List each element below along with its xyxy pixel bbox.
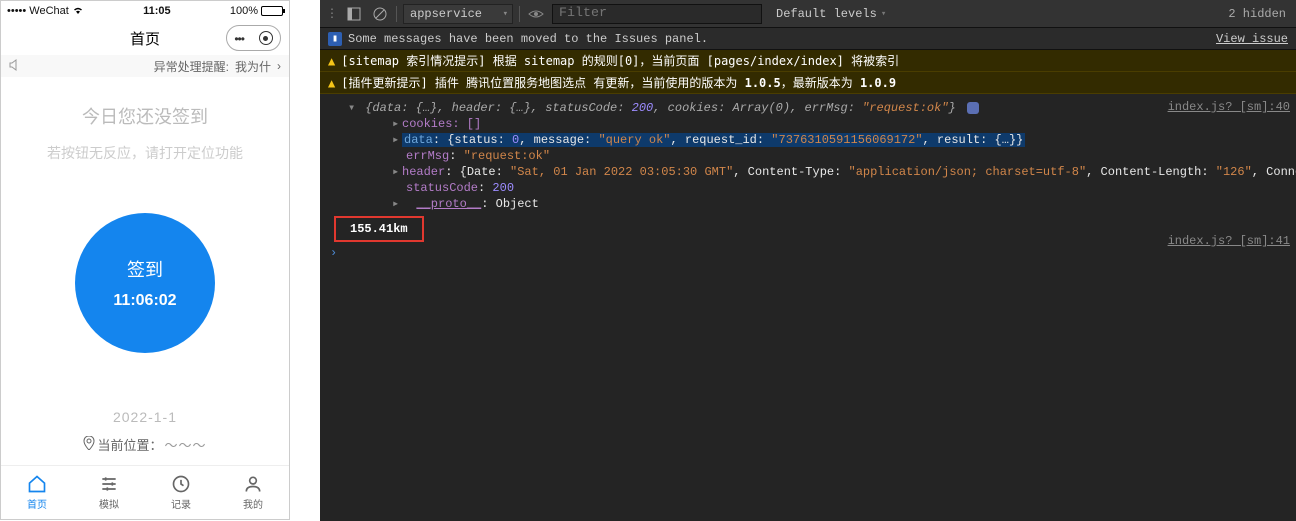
page-title: 首页 xyxy=(130,28,160,49)
user-icon xyxy=(243,474,263,494)
console-prompt[interactable]: › xyxy=(320,246,1296,260)
object-summary[interactable]: {data: {…}, header: {…}, statusCode: 200… xyxy=(348,100,1296,116)
object-property[interactable]: data: {status: 0, message: "query ok", r… xyxy=(348,132,1296,148)
context-label: appservice xyxy=(410,7,482,21)
tab-label: 模拟 xyxy=(99,496,119,511)
warning-row: ▲ [sitemap 索引情况提示] 根据 sitemap 的规则[0]，当前页… xyxy=(320,50,1296,72)
notice-who: 我为什 xyxy=(235,58,271,75)
carrier-label: WeChat xyxy=(29,5,69,17)
tab-records[interactable]: 记录 xyxy=(145,466,217,519)
signin-status-text: 今日您还没签到 xyxy=(82,103,208,129)
sliders-icon xyxy=(99,474,119,494)
toggle-sidebar-button[interactable] xyxy=(344,4,364,24)
signin-time: 11:06:02 xyxy=(113,292,176,310)
tab-label: 首页 xyxy=(27,496,47,511)
warning-row: ▲ [插件更新提示] 插件 腾讯位置服务地图选点 有更新，当前使用的版本为 1.… xyxy=(320,72,1296,94)
warning-icon: ▲ xyxy=(328,54,335,68)
capsule-close-icon[interactable] xyxy=(259,31,273,45)
chevron-right-icon: › xyxy=(277,59,281,73)
object-property[interactable]: errMsg: "request:ok" xyxy=(348,148,1296,164)
phone-statusbar: ••••• WeChat 11:05 100% xyxy=(1,1,289,21)
tabbar: 首页 模拟 记录 我的 xyxy=(1,465,289,519)
object-property[interactable]: cookies: [] xyxy=(348,116,1296,132)
statusbar-time: 11:05 xyxy=(143,5,171,17)
tab-simulate[interactable]: 模拟 xyxy=(73,466,145,519)
tab-home[interactable]: 首页 xyxy=(1,466,73,519)
notice-label: 异常处理提醒: xyxy=(154,58,229,75)
tab-label: 记录 xyxy=(171,496,191,511)
filter-input[interactable] xyxy=(552,4,762,24)
warning-text: [sitemap 索引情况提示] 根据 sitemap 的规则[0]，当前页面 … xyxy=(341,52,899,69)
console-output[interactable]: index.js? [sm]:40 index.js? [sm]:41 {dat… xyxy=(320,94,1296,521)
signal-dots: ••••• xyxy=(7,5,26,17)
devtools-console: ⋮ appservice Default levels 2 hidden xyxy=(320,0,1296,521)
signin-label: 签到 xyxy=(127,256,163,282)
wifi-icon xyxy=(72,5,84,18)
object-property[interactable]: statusCode: 200 xyxy=(348,180,1296,196)
issues-badge-icon: ▮ xyxy=(328,32,342,46)
home-icon xyxy=(27,474,47,494)
view-issues-link[interactable]: View issue xyxy=(1216,32,1288,46)
live-expression-button[interactable] xyxy=(526,4,546,24)
log-levels-selector[interactable]: Default levels xyxy=(768,7,894,21)
clear-console-button[interactable] xyxy=(370,4,390,24)
wechat-capsule[interactable] xyxy=(226,25,281,51)
phone-simulator: ••••• WeChat 11:05 100% 首页 xyxy=(0,0,290,520)
clock-icon xyxy=(171,474,191,494)
battery-pct: 100% xyxy=(230,5,258,17)
warning-text: [插件更新提示] 插件 腾讯位置服务地图选点 有更新，当前使用的版本为 1.0.… xyxy=(341,74,896,91)
source-link[interactable]: index.js? [sm]:40 xyxy=(1168,100,1290,114)
notice-bar[interactable]: 异常处理提醒: 我为什 › xyxy=(1,55,289,77)
screen-body: 今日您还没签到 若按钮无反应，请打开定位功能 签到 11:06:02 2022-… xyxy=(1,77,289,465)
phone-navbar: 首页 xyxy=(1,21,289,55)
hidden-messages-count[interactable]: 2 hidden xyxy=(1228,7,1290,21)
warning-icon: ▲ xyxy=(328,76,335,90)
console-toolbar: ⋮ appservice Default levels 2 hidden xyxy=(320,0,1296,28)
levels-label: Default levels xyxy=(776,7,877,21)
issues-banner: ▮ Some messages have been moved to the I… xyxy=(320,28,1296,50)
context-selector[interactable]: appservice xyxy=(403,4,513,24)
location-row: 当前位置： ～～～ xyxy=(83,435,206,454)
capsule-menu-icon[interactable] xyxy=(234,30,244,47)
object-property[interactable]: __proto__: Object xyxy=(348,196,1296,212)
signin-button[interactable]: 签到 11:06:02 xyxy=(75,213,215,353)
highlighted-log-value: 155.41km xyxy=(334,216,424,242)
source-link[interactable]: index.js? [sm]:41 xyxy=(1168,234,1290,248)
signin-hint-text: 若按钮无反应，请打开定位功能 xyxy=(47,143,243,163)
location-pin-icon xyxy=(83,436,95,453)
issues-text: Some messages have been moved to the Iss… xyxy=(348,32,708,46)
drawer-toggle-icon[interactable]: ⋮ xyxy=(326,6,338,21)
object-property[interactable]: header: {Date: "Sat, 01 Jan 2022 03:05:3… xyxy=(348,164,1296,180)
speaker-icon xyxy=(9,59,23,74)
info-chip-icon[interactable] xyxy=(967,102,979,114)
location-loading: ～～～ xyxy=(165,435,207,454)
tab-mine[interactable]: 我的 xyxy=(217,466,289,519)
location-label: 当前位置： xyxy=(97,435,162,454)
tab-label: 我的 xyxy=(243,496,263,511)
battery-icon xyxy=(261,6,283,16)
signin-date: 2022-1-1 xyxy=(113,409,177,425)
